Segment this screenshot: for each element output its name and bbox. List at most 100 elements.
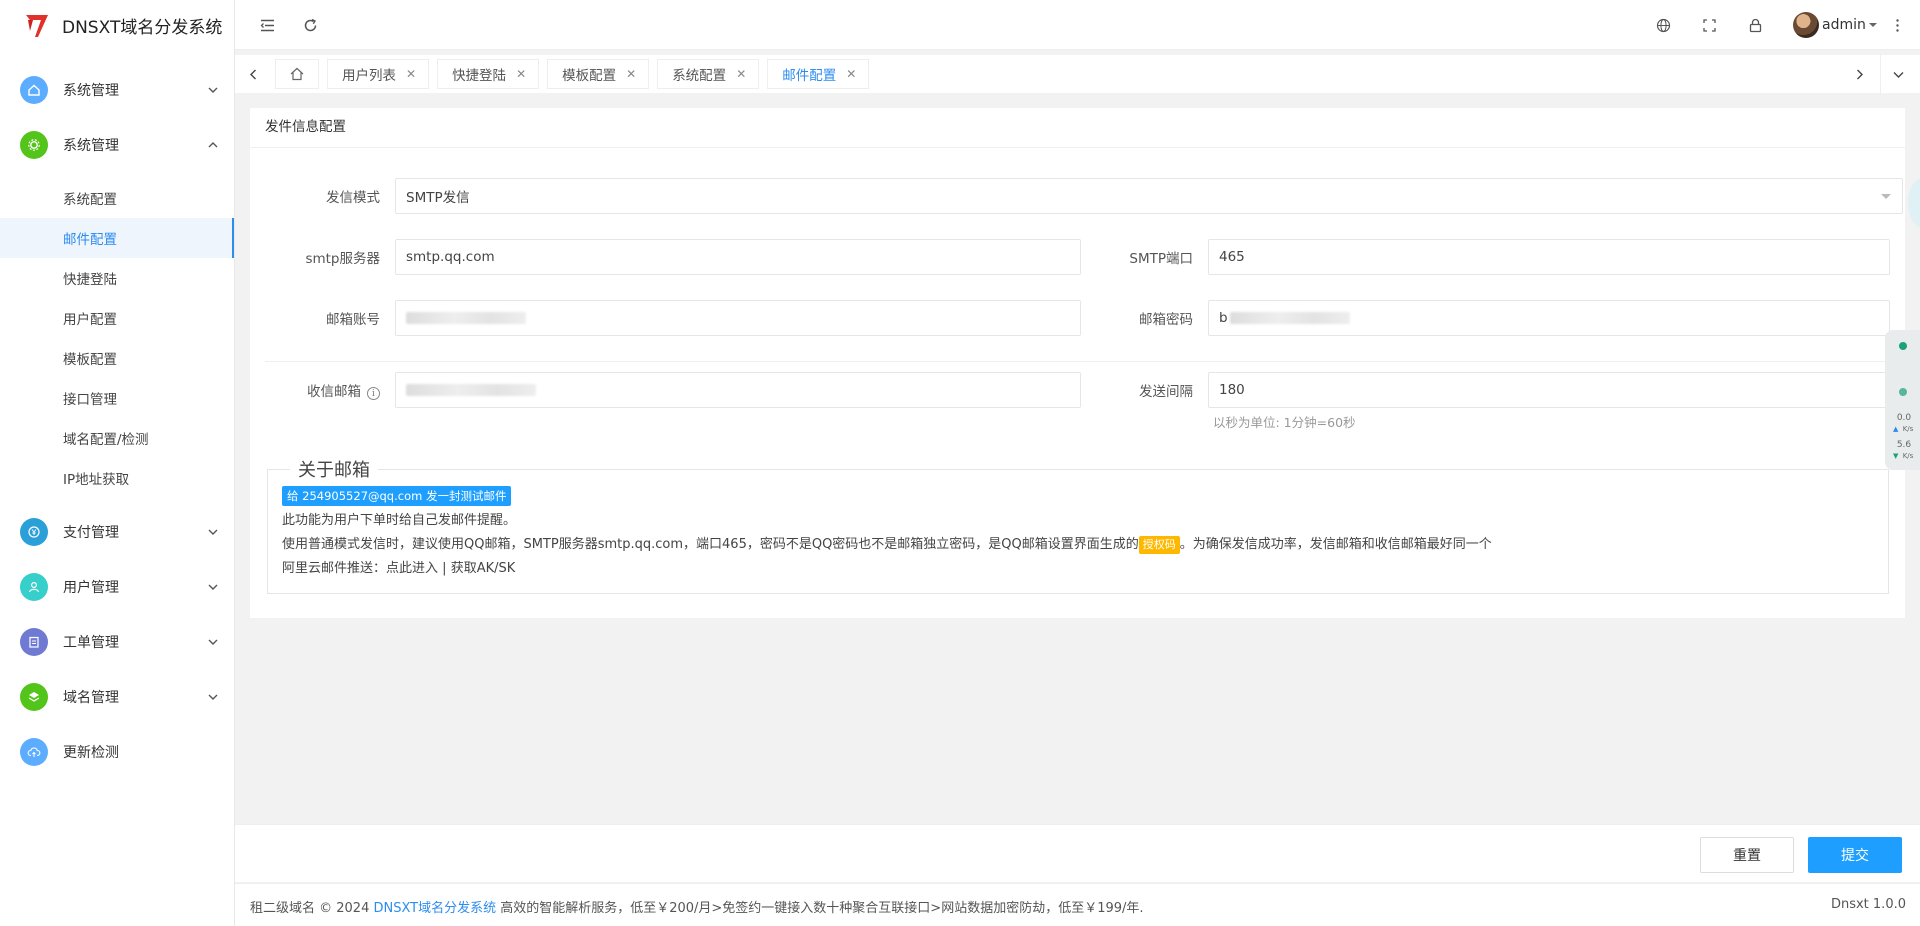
tabs-bar: 用户列表 ✕ 快捷登陆 ✕ 模板配置 ✕ 系统配置 ✕ 邮件配置 ✕ [235, 55, 1920, 93]
menu-payment[interactable]: 支付管理 [0, 504, 234, 559]
tab-home[interactable] [275, 59, 319, 89]
download-speed: 5.6 [1896, 440, 1912, 450]
send-test-mail-button[interactable]: 给 254905527@qq.com 发一封测试邮件 [282, 486, 512, 506]
username: admin [1822, 17, 1866, 33]
info-icon[interactable]: i [367, 387, 380, 401]
mail-account-input[interactable] [395, 300, 1081, 336]
menu-system-1[interactable]: 系统管理 [0, 62, 234, 117]
download-unit: K/s [1902, 452, 1914, 460]
chevron-left-icon [249, 69, 256, 79]
close-icon[interactable]: ✕ [736, 67, 746, 81]
submit-button[interactable]: 提交 [1808, 837, 1902, 873]
send-mode-select[interactable]: SMTP发信 [395, 178, 1903, 214]
network-speed-widget[interactable]: 0.0 K/s ▲ 5.6 K/s ▼ [1885, 330, 1920, 470]
submenu-item-user-config[interactable]: 用户配置 [0, 298, 234, 338]
submenu-item-api-manage[interactable]: 接口管理 [0, 378, 234, 418]
tabs-scroll-right-button[interactable] [1841, 55, 1877, 93]
smtp-port-input[interactable]: 465 [1208, 239, 1890, 275]
tabs-dropdown-button[interactable] [1880, 55, 1916, 93]
menu-update-check[interactable]: 更新检测 [0, 724, 234, 779]
fullscreen-icon [1702, 18, 1716, 32]
form-row-smtp-port: SMTP端口 465 [1078, 239, 1890, 275]
send-interval-value: 180 [1219, 382, 1245, 398]
aliyun-aksk-link[interactable]: 获取AK/SK [451, 561, 516, 576]
close-icon[interactable]: ✕ [626, 67, 636, 81]
close-icon[interactable]: ✕ [516, 67, 526, 81]
chevron-up-icon [208, 141, 218, 147]
smtp-server-value: smtp.qq.com [406, 249, 495, 265]
footer-brand-link[interactable]: DNSXT域名分发系统 [373, 901, 496, 916]
yen-icon [20, 517, 48, 546]
tab-mail-config[interactable]: 邮件配置 ✕ [767, 59, 870, 89]
cloud-upload-icon [20, 737, 48, 766]
logo[interactable]: DNSXT域名分发系统 [0, 0, 234, 50]
logo-icon [26, 15, 48, 37]
submenu-item-mail-config[interactable]: 邮件配置 [0, 218, 234, 258]
status-dot [1899, 342, 1907, 350]
arrow-down-icon: ▼ [1893, 452, 1899, 460]
language-button[interactable] [1651, 13, 1675, 37]
submenu-item-domain-check[interactable]: 域名配置/检测 [0, 418, 234, 458]
smtp-server-input[interactable]: smtp.qq.com [395, 239, 1081, 275]
receive-mail-input[interactable] [395, 372, 1081, 408]
auth-code-tag: 授权码 [1138, 536, 1180, 554]
tabs-scroll-left-button[interactable] [235, 55, 271, 93]
redacted-text [1229, 312, 1350, 324]
close-icon[interactable]: ✕ [406, 67, 416, 81]
tab-label: 用户列表 [342, 68, 396, 84]
menu-label: 用户管理 [63, 579, 119, 596]
submenu-item-ip-fetch[interactable]: IP地址获取 [0, 458, 234, 498]
menu-domains[interactable]: 域名管理 [0, 669, 234, 724]
chevron-down-icon [208, 694, 218, 700]
top-header: admin [235, 0, 1920, 50]
footer: 租二级域名 © 2024 DNSXT域名分发系统 高效的智能解析服务，低至￥20… [235, 883, 1920, 926]
fullscreen-button[interactable] [1697, 13, 1721, 37]
tab-user-list[interactable]: 用户列表 ✕ [327, 59, 430, 89]
collapse-menu-button[interactable] [255, 13, 279, 37]
redacted-text [406, 312, 526, 324]
send-mode-value: SMTP发信 [406, 190, 470, 206]
menu-users[interactable]: 用户管理 [0, 559, 234, 614]
user-menu[interactable]: admin [1793, 12, 1878, 38]
link-separator: | [438, 561, 451, 576]
edge-floating-button[interactable] [1908, 178, 1920, 228]
form-action-bar: 重置 提交 [235, 824, 1920, 882]
panel-title: 发件信息配置 [250, 108, 1905, 148]
home-outline-icon [290, 67, 304, 81]
receive-mail-label: 收信邮箱 [307, 383, 361, 400]
more-button[interactable] [1885, 13, 1909, 37]
mail-password-value: b [1219, 310, 1228, 326]
version-label: Dnsxt 1.0.0 [1830, 897, 1906, 912]
footer-prefix: 租二级域名 © 2024 [250, 901, 374, 916]
send-interval-input[interactable]: 180 [1208, 372, 1890, 408]
form-row-receive-mail: 收信邮箱 i [265, 372, 1081, 408]
reset-button[interactable]: 重置 [1700, 837, 1794, 873]
submenu-item-system-config[interactable]: 系统配置 [0, 178, 234, 218]
refresh-icon [304, 18, 316, 31]
aliyun-label: 阿里云邮件推送： [282, 561, 387, 576]
footer-suffix: 高效的智能解析服务，低至￥200/月>免签约一键接入数十种聚合互联接口>网站数据… [496, 901, 1144, 916]
tab-system-config[interactable]: 系统配置 ✕ [657, 59, 760, 89]
caret-down-icon [1881, 194, 1891, 199]
lock-screen-button[interactable] [1743, 13, 1767, 37]
tab-label: 邮件配置 [782, 68, 837, 84]
form-row-mail-password: 邮箱密码 b [1078, 300, 1890, 336]
submenu-item-quick-login[interactable]: 快捷登陆 [0, 258, 234, 298]
chevron-right-icon [1856, 69, 1863, 79]
tab-quick-login[interactable]: 快捷登陆 ✕ [437, 59, 540, 89]
close-icon[interactable]: ✕ [846, 67, 856, 81]
menu-tickets[interactable]: 工单管理 [0, 614, 234, 669]
form-row-mail-account: 邮箱账号 [265, 300, 1081, 336]
tab-label: 快捷登陆 [452, 68, 507, 84]
submenu-item-template-config[interactable]: 模板配置 [0, 338, 234, 378]
tab-template-config[interactable]: 模板配置 ✕ [547, 59, 650, 89]
menu-system-2[interactable]: 系统管理 [0, 117, 234, 172]
avatar [1793, 12, 1819, 38]
send-interval-hint: 以秒为单位: 1分钟=60秒 [1213, 415, 1356, 430]
refresh-button[interactable] [298, 13, 322, 37]
upload-speed: 0.0 [1896, 413, 1912, 423]
about-line-2-pre: 使用普通模式发信时，建议使用QQ邮箱，SMTP服务器smtp.qq.com，端口… [282, 537, 1139, 552]
form-divider [265, 361, 1890, 362]
aliyun-enter-link[interactable]: 点此进入 [386, 561, 438, 576]
mail-password-input[interactable]: b [1208, 300, 1890, 336]
